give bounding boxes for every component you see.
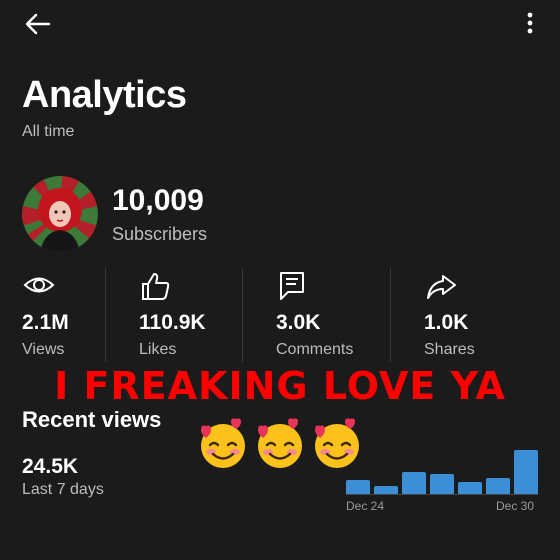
back-button[interactable] (22, 8, 54, 40)
recent-views-period: Last 7 days (22, 481, 104, 498)
page-subtitle: All time (22, 123, 75, 140)
arrow-left-icon (25, 13, 51, 35)
section-title-recent-views: Recent views (22, 407, 162, 432)
eye-icon (23, 277, 55, 293)
stat-likes: 110.9K Likes (139, 270, 239, 362)
chart-axis (346, 494, 538, 495)
chart-bar (346, 480, 370, 494)
avatar (22, 176, 98, 252)
stat-value: 2.1M (22, 311, 69, 334)
divider (105, 268, 106, 362)
chart-bar (486, 478, 510, 494)
subscriber-count: 10,009 (112, 184, 204, 217)
chart-bar (430, 474, 454, 494)
stat-comments: 3.0K Comments (276, 270, 376, 362)
x-tick-label: Dec 24 (346, 499, 385, 513)
x-tick-label: Dec 30 (496, 499, 535, 513)
recent-views-value: 24.5K (22, 455, 79, 478)
stat-value: 3.0K (276, 311, 321, 334)
chart-bar (458, 482, 482, 494)
stat-label: Shares (424, 341, 475, 358)
stat-label: Comments (276, 341, 354, 358)
stat-shares: 1.0K Shares (424, 270, 524, 362)
recent-views-chart (346, 440, 538, 494)
stat-value: 110.9K (139, 311, 206, 334)
comment-icon (280, 272, 304, 300)
smiling-face-with-hearts-icon (201, 418, 245, 468)
chart-bar (514, 450, 538, 494)
overlay-caption: I FREAKING LOVE YA (54, 364, 506, 408)
more-vertical-icon (527, 12, 533, 34)
page-title: Analytics (22, 74, 187, 116)
smiling-face-with-hearts-icon (258, 418, 302, 468)
stat-value: 1.0K (424, 311, 469, 334)
chart-bar (374, 486, 398, 494)
divider (242, 268, 243, 362)
stat-views: 2.1M Views (22, 270, 102, 362)
stat-label: Views (22, 341, 65, 358)
divider (390, 268, 391, 362)
subscriber-label: Subscribers (112, 224, 208, 244)
chart-bar (402, 472, 426, 494)
thumbs-up-icon (142, 273, 170, 300)
stat-label: Likes (139, 341, 177, 358)
more-options-button[interactable] (520, 10, 540, 40)
share-icon (427, 275, 456, 299)
